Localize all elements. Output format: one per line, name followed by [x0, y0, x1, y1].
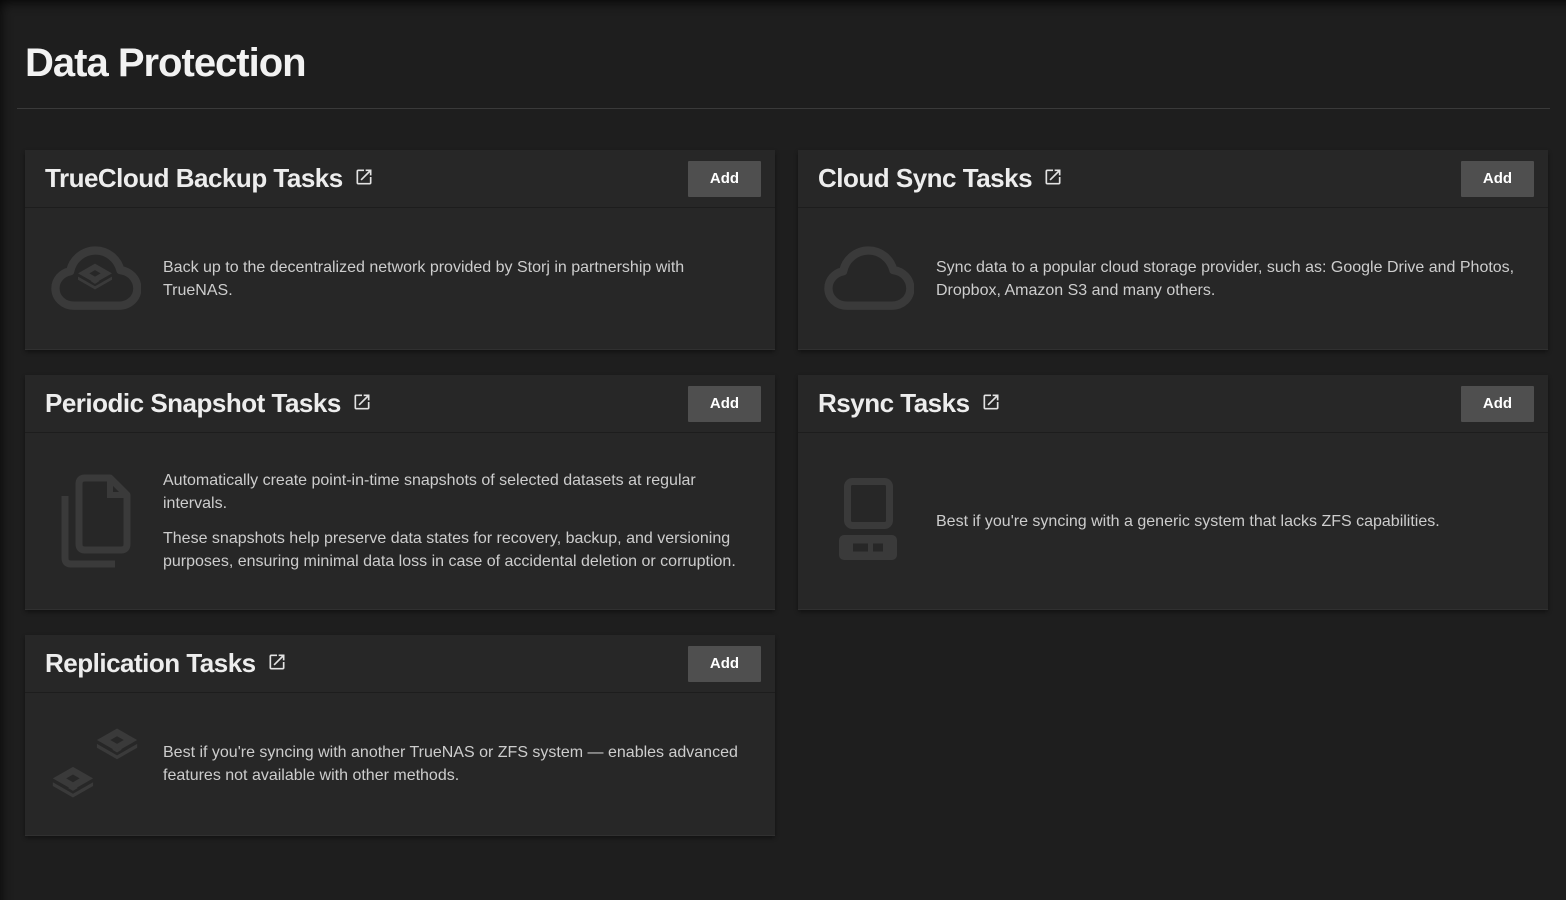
- cards-grid: TrueCloud Backup Tasks Add: [25, 150, 1548, 836]
- card-body: Automatically create point-in-time snaps…: [25, 433, 775, 609]
- external-link-icon: [267, 652, 287, 672]
- card-description: Best if you're syncing with another True…: [163, 741, 755, 787]
- card-description-block: Best if you're syncing with a generic sy…: [936, 510, 1440, 533]
- rsync-tasks-link[interactable]: Rsync Tasks: [818, 388, 1001, 419]
- snapshot-documents-icon: [49, 470, 141, 572]
- title-divider: [17, 108, 1550, 109]
- card-title: Replication Tasks: [45, 648, 256, 679]
- card-replication-tasks: Replication Tasks Add: [25, 635, 775, 836]
- card-description-block: Automatically create point-in-time snaps…: [163, 469, 755, 573]
- card-description-block: Best if you're syncing with another True…: [163, 741, 755, 787]
- cloud-sync-tasks-link[interactable]: Cloud Sync Tasks: [818, 163, 1063, 194]
- periodic-snapshot-tasks-link[interactable]: Periodic Snapshot Tasks: [45, 388, 372, 419]
- add-replication-button[interactable]: Add: [688, 646, 761, 682]
- card-title: TrueCloud Backup Tasks: [45, 163, 343, 194]
- card-rsync-tasks: Rsync Tasks Add Best if: [798, 375, 1548, 610]
- card-truecloud-backup-tasks: TrueCloud Backup Tasks Add: [25, 150, 775, 350]
- card-description: Back up to the decentralized network pro…: [163, 256, 755, 302]
- card-header: Replication Tasks Add: [25, 635, 775, 693]
- add-cloud-sync-button[interactable]: Add: [1461, 161, 1534, 197]
- card-header: Periodic Snapshot Tasks Add: [25, 375, 775, 433]
- add-periodic-snapshot-button[interactable]: Add: [688, 386, 761, 422]
- card-body: Back up to the decentralized network pro…: [25, 208, 775, 349]
- card-description-block: Back up to the decentralized network pro…: [163, 256, 755, 302]
- card-body: Best if you're syncing with a generic sy…: [798, 433, 1548, 609]
- replication-cubes-icon: [49, 721, 141, 807]
- external-link-icon: [354, 167, 374, 187]
- card-description: Sync data to a popular cloud storage pro…: [936, 256, 1528, 302]
- truecloud-backup-tasks-link[interactable]: TrueCloud Backup Tasks: [45, 163, 374, 194]
- card-title: Rsync Tasks: [818, 388, 970, 419]
- card-cloud-sync-tasks: Cloud Sync Tasks Add Sync data to a popu…: [798, 150, 1548, 350]
- card-header: TrueCloud Backup Tasks Add: [25, 150, 775, 208]
- card-description: These snapshots help preserve data state…: [163, 527, 755, 573]
- external-link-icon: [352, 392, 372, 412]
- external-link-icon: [1043, 167, 1063, 187]
- replication-tasks-link[interactable]: Replication Tasks: [45, 648, 287, 679]
- card-title: Cloud Sync Tasks: [818, 163, 1032, 194]
- card-description-block: Sync data to a popular cloud storage pro…: [936, 256, 1528, 302]
- page-title: Data Protection: [25, 40, 1548, 86]
- card-header: Rsync Tasks Add: [798, 375, 1548, 433]
- card-description: Automatically create point-in-time snaps…: [163, 469, 755, 515]
- data-protection-page: Data Protection TrueCloud Backup Tasks A…: [0, 0, 1566, 836]
- card-header: Cloud Sync Tasks Add: [798, 150, 1548, 208]
- add-rsync-button[interactable]: Add: [1461, 386, 1534, 422]
- external-link-icon: [981, 392, 1001, 412]
- cloud-icon: [822, 243, 914, 315]
- card-body: Best if you're syncing with another True…: [25, 693, 775, 835]
- computer-icon: [822, 477, 914, 565]
- card-body: Sync data to a popular cloud storage pro…: [798, 208, 1548, 349]
- card-description: Best if you're syncing with a generic sy…: [936, 510, 1440, 533]
- card-periodic-snapshot-tasks: Periodic Snapshot Tasks Add Automati: [25, 375, 775, 610]
- add-truecloud-backup-button[interactable]: Add: [688, 161, 761, 197]
- card-title: Periodic Snapshot Tasks: [45, 388, 341, 419]
- storj-cloud-icon: [49, 243, 141, 315]
